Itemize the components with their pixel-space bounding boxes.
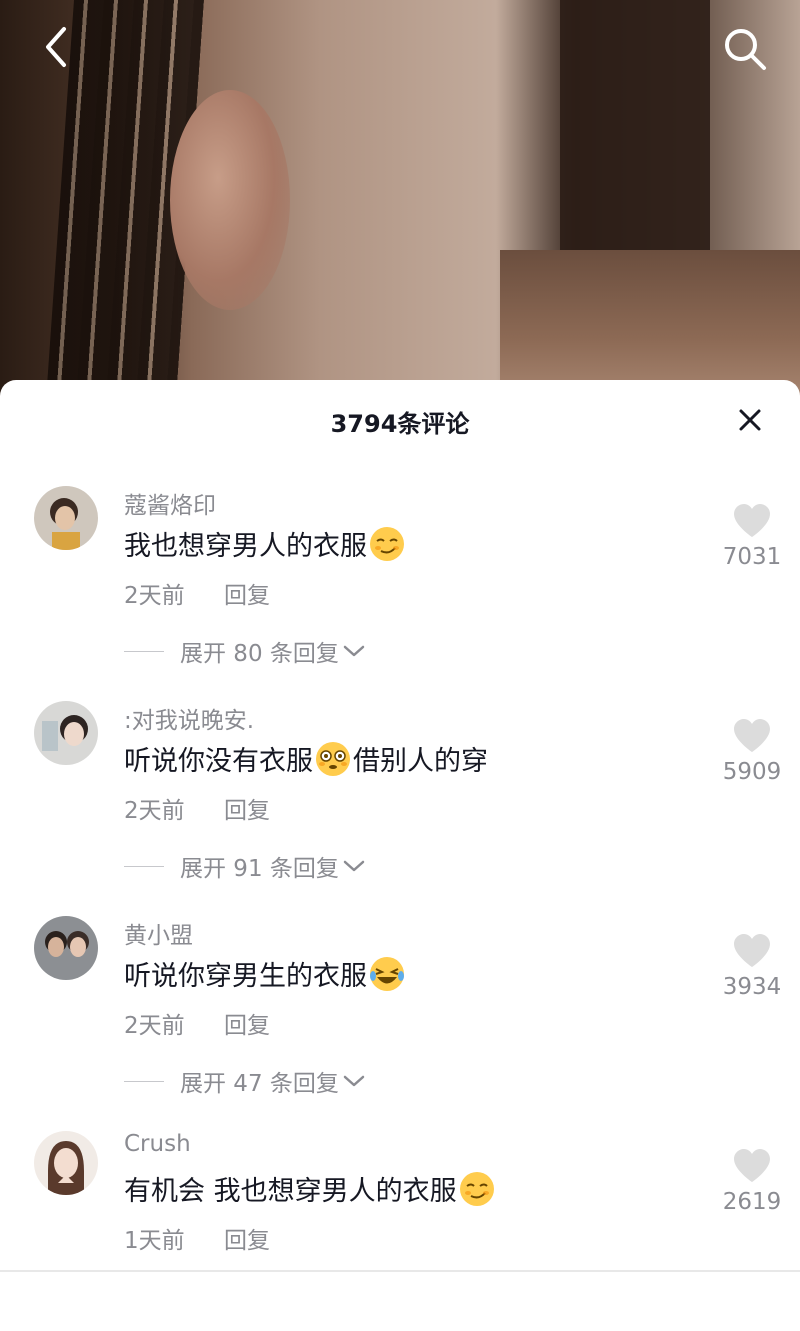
avatar-image — [34, 1131, 98, 1195]
comment-username[interactable]: Crush — [124, 1131, 191, 1157]
reply-button[interactable]: 回复 — [224, 1221, 270, 1255]
bottom-divider — [0, 1270, 800, 1272]
comment-meta: 2天前 回复 — [124, 1006, 270, 1040]
comment-text-part: 听说你没有衣服 — [124, 746, 313, 777]
comment-text: 听说你没有衣服 借别人的穿 — [124, 739, 488, 778]
avatar-image — [34, 701, 98, 765]
avatar-image — [34, 486, 98, 550]
close-icon — [739, 409, 761, 431]
search-button[interactable] — [718, 22, 772, 76]
laughing-tears-emoji-icon — [370, 956, 404, 991]
comment-text-part: 借别人的穿 — [353, 746, 488, 777]
like-button[interactable]: 7031 — [712, 504, 792, 570]
comment-text-part: 有机会 我也想穿男人的衣服 — [124, 1176, 457, 1207]
avatar[interactable] — [34, 1131, 98, 1195]
expand-replies-button[interactable]: 展开 80 条回复 — [124, 634, 365, 668]
comment-meta: 1天前 回复 — [124, 1221, 270, 1255]
shelf-shape — [500, 250, 800, 400]
comment-meta: 2天前 回复 — [124, 791, 270, 825]
comment-item: :对我说晚安. 听说你没有衣服 借别人的穿 2天前 回复 展开 91 条回复 5… — [0, 701, 800, 901]
comment-item: Crush 有机会 我也想穿男人的衣服 1天前 回复 2619 — [0, 1131, 800, 1331]
like-button[interactable]: 3934 — [712, 934, 792, 1000]
expand-replies-label: 展开 80 条回复 — [180, 641, 339, 667]
comments-sheet: 3794条评论 蔻酱烙印 我也想穿男人的衣服 2天前 回复 展开 80 条回复 … — [0, 380, 800, 1273]
comment-username[interactable]: 黄小盟 — [124, 916, 193, 950]
comment-text: 有机会 我也想穿男人的衣服 — [124, 1169, 497, 1208]
like-button[interactable]: 5909 — [712, 719, 792, 785]
expand-replies-label: 展开 91 条回复 — [180, 856, 339, 882]
smirk-emoji-icon — [370, 526, 404, 561]
comment-text: 听说你穿男生的衣服 — [124, 954, 407, 993]
chevron-down-icon — [343, 860, 365, 872]
comments-header: 3794条评论 — [0, 380, 800, 462]
chevron-down-icon — [343, 1075, 365, 1087]
like-count: 3934 — [722, 974, 782, 1000]
expand-replies-button[interactable]: 展开 91 条回复 — [124, 849, 365, 883]
comment-time: 2天前 — [124, 1013, 185, 1039]
close-button[interactable] — [730, 400, 770, 440]
comment-item: 蔻酱烙印 我也想穿男人的衣服 2天前 回复 展开 80 条回复 7031 — [0, 486, 800, 686]
chevron-down-icon — [343, 645, 365, 657]
divider-line — [124, 865, 164, 867]
expand-replies-button[interactable]: 展开 47 条回复 — [124, 1064, 365, 1098]
divider-line — [124, 650, 164, 652]
comment-text-part: 听说你穿男生的衣服 — [124, 961, 367, 992]
heart-icon — [734, 1149, 770, 1182]
like-button[interactable]: 2619 — [712, 1149, 792, 1215]
avatar[interactable] — [34, 701, 98, 765]
video-background — [0, 0, 800, 400]
like-count: 7031 — [722, 544, 782, 570]
comments-count-title: 3794条评论 — [330, 410, 470, 438]
chevron-left-icon — [46, 27, 66, 67]
comment-meta: 2天前 回复 — [124, 576, 270, 610]
heart-icon — [734, 504, 770, 537]
comment-username[interactable]: 蔻酱烙印 — [124, 486, 216, 520]
heart-icon — [734, 934, 770, 967]
avatar[interactable] — [34, 486, 98, 550]
like-count: 2619 — [722, 1189, 782, 1215]
comment-time: 2天前 — [124, 798, 185, 824]
avatar[interactable] — [34, 916, 98, 980]
comment-username[interactable]: :对我说晚安. — [124, 701, 254, 735]
expand-replies-label: 展开 47 条回复 — [180, 1071, 339, 1097]
comment-time: 2天前 — [124, 583, 185, 609]
hand-shape — [170, 90, 290, 310]
divider-line — [124, 1080, 164, 1082]
comment-text-part: 我也想穿男人的衣服 — [124, 531, 367, 562]
avatar-image — [34, 916, 98, 980]
dark-panel — [560, 0, 710, 260]
like-count: 5909 — [722, 759, 782, 785]
back-button[interactable] — [30, 22, 80, 72]
comment-text: 我也想穿男人的衣服 — [124, 524, 407, 563]
heart-icon — [734, 719, 770, 752]
search-icon — [725, 29, 766, 70]
reply-button[interactable]: 回复 — [224, 1006, 270, 1040]
reply-button[interactable]: 回复 — [224, 791, 270, 825]
smirk-emoji-icon — [459, 1171, 494, 1206]
comment-item: 黄小盟 听说你穿男生的衣服 2天前 回复 展开 47 条回复 3934 — [0, 916, 800, 1116]
reply-button[interactable]: 回复 — [224, 576, 270, 610]
comment-time: 1天前 — [124, 1228, 185, 1254]
flushed-emoji-icon — [316, 741, 350, 776]
